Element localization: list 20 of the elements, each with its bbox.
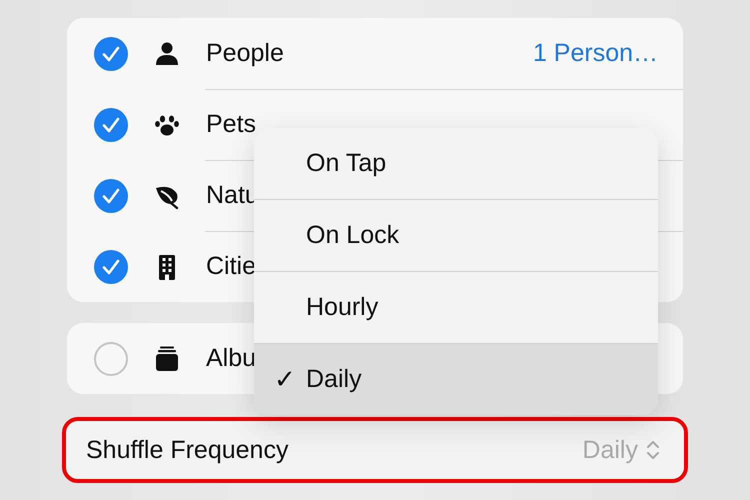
stack-icon (153, 344, 181, 372)
checkmark: ✓ (274, 364, 296, 394)
albums-label: Albu (206, 344, 256, 373)
checkbox[interactable] (94, 36, 128, 70)
category-label: People (206, 39, 284, 68)
checkbox[interactable] (94, 108, 128, 142)
chevron-updown-icon (646, 439, 660, 461)
checkbox[interactable] (94, 250, 128, 284)
checkbox[interactable] (94, 342, 128, 376)
person-icon (153, 40, 181, 68)
people-link[interactable]: 1 Person… (532, 39, 658, 68)
category-label: Citie (206, 252, 256, 281)
category-label: Pets (206, 110, 256, 139)
shuffle-frequency-row[interactable]: Shuffle Frequency Daily (66, 421, 684, 479)
menu-item[interactable]: ✓ Daily (254, 343, 658, 415)
checkbox[interactable] (94, 178, 128, 212)
shuffle-frequency-label: Shuffle Frequency (86, 436, 288, 464)
menu-item[interactable]: On Tap (254, 128, 658, 199)
menu-item[interactable]: On Lock (254, 199, 658, 271)
shuffle-frequency-value: Daily (582, 436, 638, 464)
